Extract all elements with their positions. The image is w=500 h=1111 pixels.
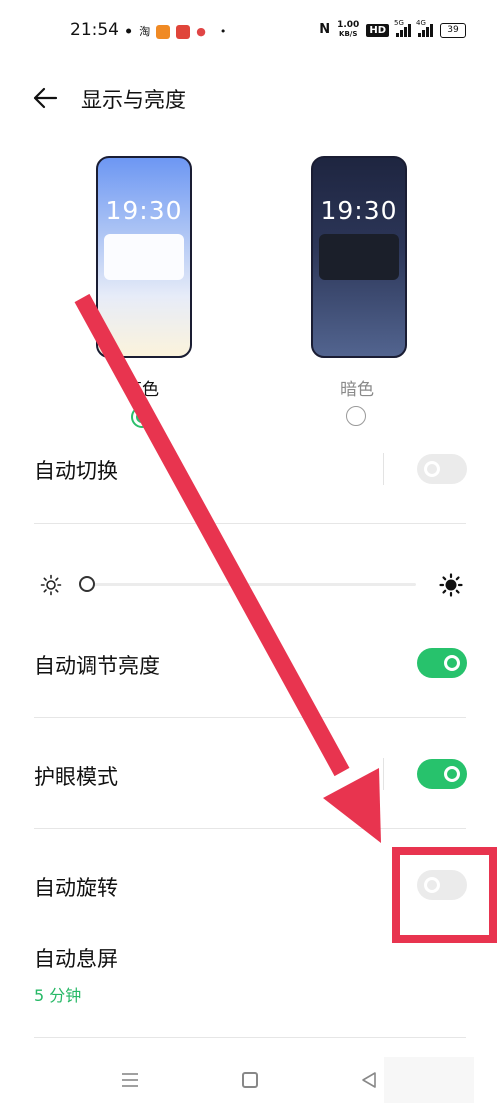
eye-comfort-label: 护眼模式 [34, 765, 118, 789]
back-triangle-icon[interactable] [360, 1071, 378, 1089]
notification-dot: • [219, 25, 227, 38]
light-preview-card [104, 234, 184, 280]
taobao-icon: 淘 [139, 25, 151, 38]
nfc-icon: N [319, 22, 331, 37]
brightness-low-icon [40, 574, 62, 596]
light-theme-preview[interactable]: 19:30 [96, 156, 192, 358]
divider [34, 523, 466, 524]
brightness-slider-thumb[interactable] [79, 576, 95, 592]
signal-4g-label: 4G [416, 19, 426, 27]
auto-rotate-toggle[interactable] [417, 870, 467, 900]
auto-brightness-toggle[interactable] [417, 648, 467, 678]
divider [34, 717, 466, 718]
net-speed-unit: KB/S [339, 30, 358, 38]
eye-comfort-toggle[interactable] [417, 759, 467, 789]
menu-icon[interactable] [120, 1071, 140, 1089]
brightness-high-icon [439, 573, 463, 597]
home-icon[interactable] [242, 1072, 258, 1088]
net-speed-value: 1.00 [337, 20, 360, 30]
auto-switch-toggle[interactable] [417, 454, 467, 484]
dark-preview-card [319, 234, 399, 280]
light-theme-radio[interactable] [131, 406, 153, 428]
dark-preview-clock: 19:30 [320, 196, 398, 225]
red-app-icon [176, 25, 191, 39]
auto-switch-label: 自动切换 [34, 459, 118, 483]
divider [34, 828, 466, 829]
status-time: 21:54 [70, 20, 119, 40]
signal-5g-label: 5G [394, 19, 404, 27]
auto-rotate-label: 自动旋转 [34, 876, 118, 900]
wechat-icon: ⚫ [124, 25, 134, 38]
nav-bar-patch [384, 1057, 474, 1103]
light-preview-clock: 19:30 [105, 196, 183, 225]
brightness-slider-track[interactable] [88, 583, 416, 586]
screen-timeout-value: 5 分钟 [34, 986, 82, 1005]
dark-theme-label[interactable]: 暗色 [307, 375, 407, 400]
back-arrow-icon[interactable] [32, 85, 58, 111]
dark-theme-radio[interactable] [346, 406, 366, 426]
screen-timeout-label[interactable]: 自动息屏 [34, 943, 118, 973]
row-separator [383, 453, 384, 485]
status-right-icons: N 1.00 KB/S HD 5G 4G 39 [319, 19, 466, 39]
status-app-icons: ⚫ 淘 ● • [124, 22, 226, 42]
row-separator [383, 758, 384, 790]
orange-app-icon [156, 25, 171, 39]
signal-5g-icon: 5G [394, 19, 411, 37]
net-speed: 1.00 KB/S [337, 21, 359, 39]
light-theme-label[interactable]: 亮色 [92, 375, 192, 400]
signal-4g-icon: 4G [416, 19, 433, 37]
hd-badge: HD [366, 23, 389, 37]
auto-brightness-label: 自动调节亮度 [34, 654, 160, 678]
dark-theme-preview[interactable]: 19:30 [311, 156, 407, 358]
map-pin-icon: ● [196, 25, 206, 38]
battery-icon: 39 [440, 22, 466, 38]
divider [34, 1037, 466, 1038]
page-title: 显示与亮度 [81, 88, 186, 112]
